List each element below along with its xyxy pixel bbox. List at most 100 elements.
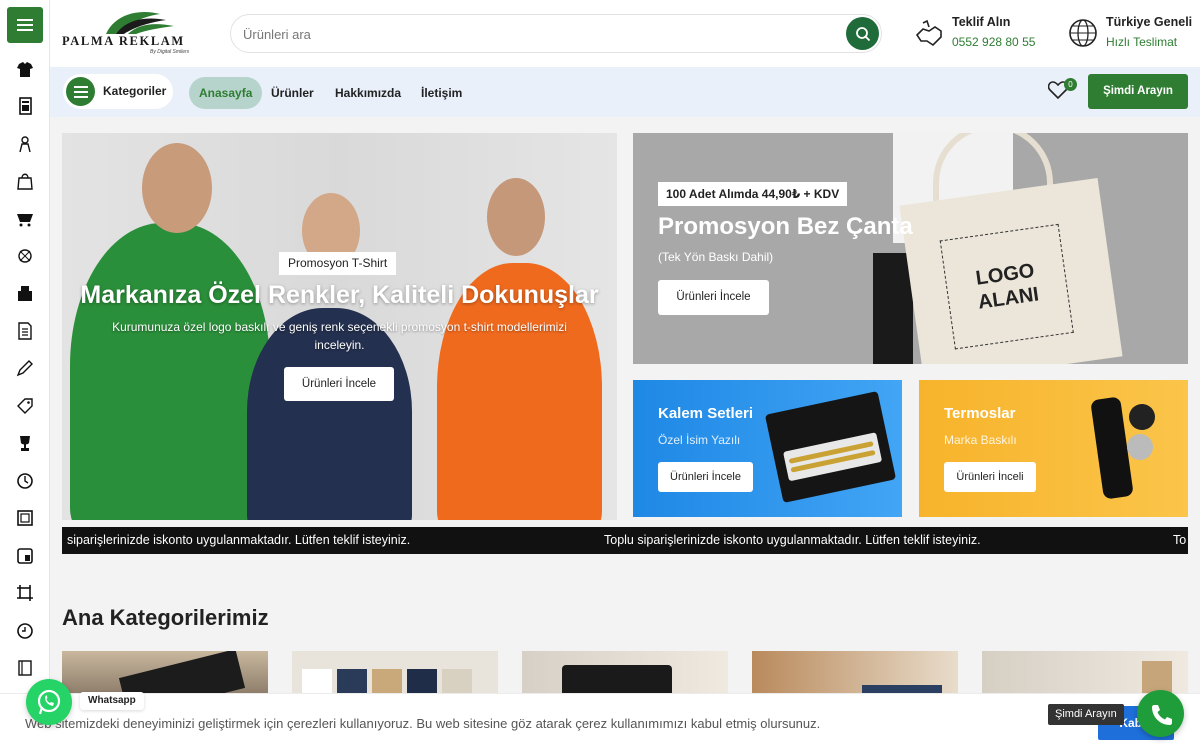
announcement-ticker: siparişlerinizde iskonto uygulanmaktadır… [62,527,1188,554]
whatsapp-label: Whatsapp [80,692,144,710]
nav-link-home[interactable]: Anasayfa [189,77,263,109]
brand-name: PALMA REKLAM [62,34,185,48]
category-image [372,669,402,696]
phone-icon [1151,704,1172,725]
model-head [487,178,545,256]
brand-logo[interactable]: PALMA REKLAM By Digital Smilers [62,8,202,58]
nav-link-about[interactable]: Hakkımızda [325,77,411,109]
bag-price-tag: 100 Adet Alımda 44,90₺ + KDV [658,182,848,206]
category-card[interactable] [522,651,728,696]
hero-text: Kurumunuza özel logo baskılı ve geniş re… [112,320,567,352]
box-icon[interactable] [13,281,37,305]
brand-tagline: By Digital Smilers [150,49,190,55]
crop-icon[interactable] [13,581,37,605]
ticker-text: siparişlerinizde iskonto uygulanmaktadır… [67,533,411,547]
ticker-text: To [1173,533,1187,547]
hero-banner[interactable]: Promosyon T-Shirt Markanıza Özel Renkler… [62,133,617,520]
calendar-icon[interactable] [13,544,37,568]
whatsapp-button[interactable] [26,679,72,725]
menu-toggle-button[interactable] [7,7,43,43]
phone-number[interactable]: 0552 928 80 55 [952,35,1035,49]
hamburger-icon [17,19,33,31]
gift-icon[interactable] [13,244,37,268]
thermos-lid [1129,404,1155,430]
pen-box [764,391,897,503]
site-header: PALMA REKLAM By Digital Smilers Teklif A… [50,0,1200,67]
logo-area: LOGO ALANI [939,223,1074,350]
thermos-subtitle: Marka Baskılı [944,433,1017,447]
main-nav: Kategoriler Anasayfa Ürünler Hakkımızda … [50,67,1200,117]
call-float-label: Şimdi Arayın [1048,704,1124,725]
bag-promo-banner[interactable]: LOGO ALANI 100 Adet Alımda 44,90₺ + KDV P… [633,133,1188,364]
category-card[interactable] [752,651,958,696]
pen-cta-button[interactable]: Ürünleri İncele [658,462,753,492]
tag-icon[interactable] [13,394,37,418]
pen-subtitle: Özel İsim Yazılı [658,433,741,447]
handshake-icon [915,19,942,47]
category-image [442,669,472,696]
category-image [337,669,367,696]
delivery-subtitle: Hızlı Teslimat [1106,35,1178,49]
cookie-text: Web sitemizdeki deneyiminizi geliştirmek… [25,716,821,731]
watch-icon[interactable] [13,619,37,643]
thermos-cap [1127,434,1153,460]
page: PALMA REKLAM By Digital Smilers Teklif A… [0,0,1200,750]
trophy-icon[interactable] [13,431,37,455]
tote-bag: LOGO ALANI [899,177,1123,364]
hamburger-icon [66,77,95,106]
category-rail [0,0,50,750]
hero-cta-button[interactable]: Ürünleri İncele [284,367,394,401]
search-button[interactable] [846,17,879,50]
search-bar [230,14,882,53]
model-green-jacket [70,223,270,520]
wishlist-count: 0 [1064,78,1077,91]
category-image [407,669,437,696]
frame-icon[interactable] [13,506,37,530]
categories-label: Kategoriler [103,84,167,98]
cookie-banner: Web sitemizdeki deneyiminizi geliştirmek… [0,693,1200,750]
nav-link-contact[interactable]: İletişim [411,77,472,109]
wishlist-button[interactable]: 0 [1047,78,1077,103]
person-icon[interactable] [13,132,37,156]
search-icon [855,26,870,41]
basket-icon[interactable] [13,206,37,230]
palm-leaf-icon [106,12,174,34]
clock-icon[interactable] [13,469,37,493]
book-icon[interactable] [13,656,37,680]
thermos-promo-banner[interactable]: Termoslar Marka Baskılı Ürünleri İnceli [919,380,1188,517]
categories-heading: Ana Kategorilerimiz [62,605,269,630]
model-pants [873,253,913,364]
category-image [562,665,672,696]
hero-title: Markanıza Özel Renkler, Kaliteli Dokunuş… [80,281,599,309]
pen-icon[interactable] [13,356,37,380]
call-now-button[interactable]: Şimdi Arayın [1088,74,1188,109]
bag-cta-button[interactable]: Ürünleri İncele [658,280,769,315]
tshirt-icon[interactable] [13,57,37,81]
notebook-icon[interactable] [13,94,37,118]
bag-title: Promosyon Bez Çanta [658,213,913,240]
thermos-title: Termoslar [944,405,1016,422]
quote-title: Teklif Alın [952,15,1011,29]
call-float-button[interactable] [1137,690,1184,737]
delivery-info: Türkiye Geneli Hızlı Teslimat [1068,14,1198,54]
pen-promo-banner[interactable]: Kalem Setleri Özel İsim Yazılı Ürünleri … [633,380,902,517]
category-card[interactable] [292,651,498,696]
ticker-text: Toplu siparişlerinizde iskonto uygulanma… [604,533,981,547]
category-image [302,669,332,696]
search-input[interactable] [243,24,803,44]
globe-icon [1069,19,1097,47]
category-image [118,651,246,696]
pen-title: Kalem Setleri [658,405,754,422]
hero-tag: Promosyon T-Shirt [279,252,397,275]
whatsapp-icon [37,689,61,715]
model-head [142,143,212,233]
bag-icon[interactable] [13,169,37,193]
delivery-title: Türkiye Geneli [1106,15,1193,29]
thermos-cta-button[interactable]: Ürünleri İnceli [944,462,1036,492]
quote-contact[interactable]: Teklif Alın 0552 928 80 55 [914,14,1044,54]
categories-button[interactable]: Kategoriler [63,74,173,109]
document-icon[interactable] [13,319,37,343]
nav-link-products[interactable]: Ürünler [261,77,324,109]
category-card[interactable] [62,651,268,696]
bag-subtitle: (Tek Yön Baskı Dahil) [658,250,774,264]
